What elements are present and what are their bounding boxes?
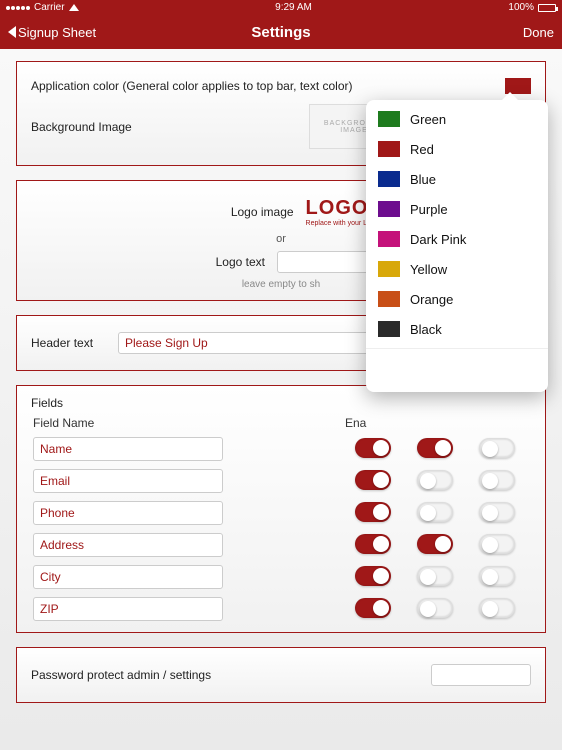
- toggle-c2[interactable]: [417, 502, 453, 522]
- carrier-label: Carrier: [34, 2, 65, 13]
- color-swatch-icon: [378, 261, 400, 277]
- table-row: [33, 434, 529, 464]
- battery-percent: 100%: [508, 2, 534, 13]
- color-option-label: Green: [410, 112, 446, 127]
- color-option[interactable]: Orange: [366, 284, 548, 314]
- color-swatch-icon: [378, 321, 400, 337]
- field-name-input[interactable]: [33, 469, 223, 493]
- wifi-icon: [69, 4, 79, 11]
- panel-password: Password protect admin / settings: [16, 647, 546, 703]
- field-name-input[interactable]: [33, 437, 223, 461]
- fields-title: Fields: [31, 396, 531, 410]
- toggle-c2[interactable]: [417, 598, 453, 618]
- color-option[interactable]: Yellow: [366, 254, 548, 284]
- toggle-c1[interactable]: [355, 438, 391, 458]
- color-option[interactable]: Red: [366, 134, 548, 164]
- toggle-c1[interactable]: [355, 502, 391, 522]
- color-option-label: Black: [410, 322, 442, 337]
- nav-bar: Signup Sheet Settings Done: [0, 15, 562, 49]
- col-field-name: Field Name: [33, 414, 343, 432]
- bg-image-label: Background Image: [31, 120, 297, 134]
- color-option-label: Blue: [410, 172, 436, 187]
- password-input[interactable]: [431, 664, 531, 686]
- page-title: Settings: [251, 24, 310, 41]
- bg-thumb-line2: IMAGE: [340, 127, 368, 134]
- header-text-label: Header text: [31, 336, 106, 350]
- table-row: [33, 530, 529, 560]
- color-swatch-icon: [378, 111, 400, 127]
- field-name-input[interactable]: [33, 597, 223, 621]
- color-option[interactable]: Blue: [366, 164, 548, 194]
- toggle-c1[interactable]: [355, 470, 391, 490]
- toggle-c1[interactable]: [355, 598, 391, 618]
- field-name-input[interactable]: [33, 565, 223, 589]
- logo-placeholder-text: LOGO: [306, 197, 369, 220]
- status-bar: Carrier 9:29 AM 100%: [0, 0, 562, 15]
- logo-image-label: Logo image: [194, 205, 294, 219]
- color-option-label: Yellow: [410, 262, 447, 277]
- field-name-input[interactable]: [33, 501, 223, 525]
- chevron-left-icon: [8, 26, 16, 38]
- color-swatch-icon: [378, 291, 400, 307]
- battery-icon: [538, 4, 556, 12]
- toggle-c3[interactable]: [479, 470, 515, 490]
- toggle-c3[interactable]: [479, 566, 515, 586]
- back-label: Signup Sheet: [18, 25, 96, 40]
- color-swatch-icon: [378, 201, 400, 217]
- panel-fields: Fields Field Name Ena: [16, 385, 546, 633]
- table-row: [33, 562, 529, 592]
- logo-placeholder-sub: Replace with your L: [306, 220, 369, 227]
- toggle-c2[interactable]: [417, 438, 453, 458]
- clock: 9:29 AM: [275, 2, 312, 13]
- table-row: [33, 594, 529, 624]
- color-option[interactable]: Green: [366, 104, 548, 134]
- color-option-label: Purple: [410, 202, 448, 217]
- logo-image-thumb[interactable]: LOGO Replace with your L: [306, 197, 369, 227]
- signal-icon: [6, 6, 30, 10]
- toggle-c3[interactable]: [479, 438, 515, 458]
- table-row: [33, 466, 529, 496]
- dropdown-spacer: [366, 348, 548, 388]
- color-swatch-icon: [378, 141, 400, 157]
- color-option-label: Dark Pink: [410, 232, 466, 247]
- color-option-label: Red: [410, 142, 434, 157]
- done-button[interactable]: Done: [523, 25, 554, 40]
- table-row: [33, 498, 529, 528]
- back-button[interactable]: Signup Sheet: [8, 25, 96, 40]
- password-label: Password protect admin / settings: [31, 668, 419, 682]
- toggle-c1[interactable]: [355, 534, 391, 554]
- col-enable: Ena: [345, 414, 405, 432]
- toggle-c3[interactable]: [479, 598, 515, 618]
- color-swatch-icon: [378, 171, 400, 187]
- color-option[interactable]: Black: [366, 314, 548, 344]
- toggle-c3[interactable]: [479, 534, 515, 554]
- logo-text-label: Logo text: [165, 255, 265, 269]
- toggle-c1[interactable]: [355, 566, 391, 586]
- color-option[interactable]: Purple: [366, 194, 548, 224]
- toggle-c2[interactable]: [417, 566, 453, 586]
- color-swatch-icon: [378, 231, 400, 247]
- color-option[interactable]: Dark Pink: [366, 224, 548, 254]
- toggle-c2[interactable]: [417, 470, 453, 490]
- color-dropdown: Green Red Blue Purple Dark Pink Yellow Orange B…: [366, 100, 548, 392]
- field-name-input[interactable]: [33, 533, 223, 557]
- app-color-label: Application color (General color applies…: [31, 79, 493, 93]
- toggle-c3[interactable]: [479, 502, 515, 522]
- color-option-label: Orange: [410, 292, 453, 307]
- toggle-c2[interactable]: [417, 534, 453, 554]
